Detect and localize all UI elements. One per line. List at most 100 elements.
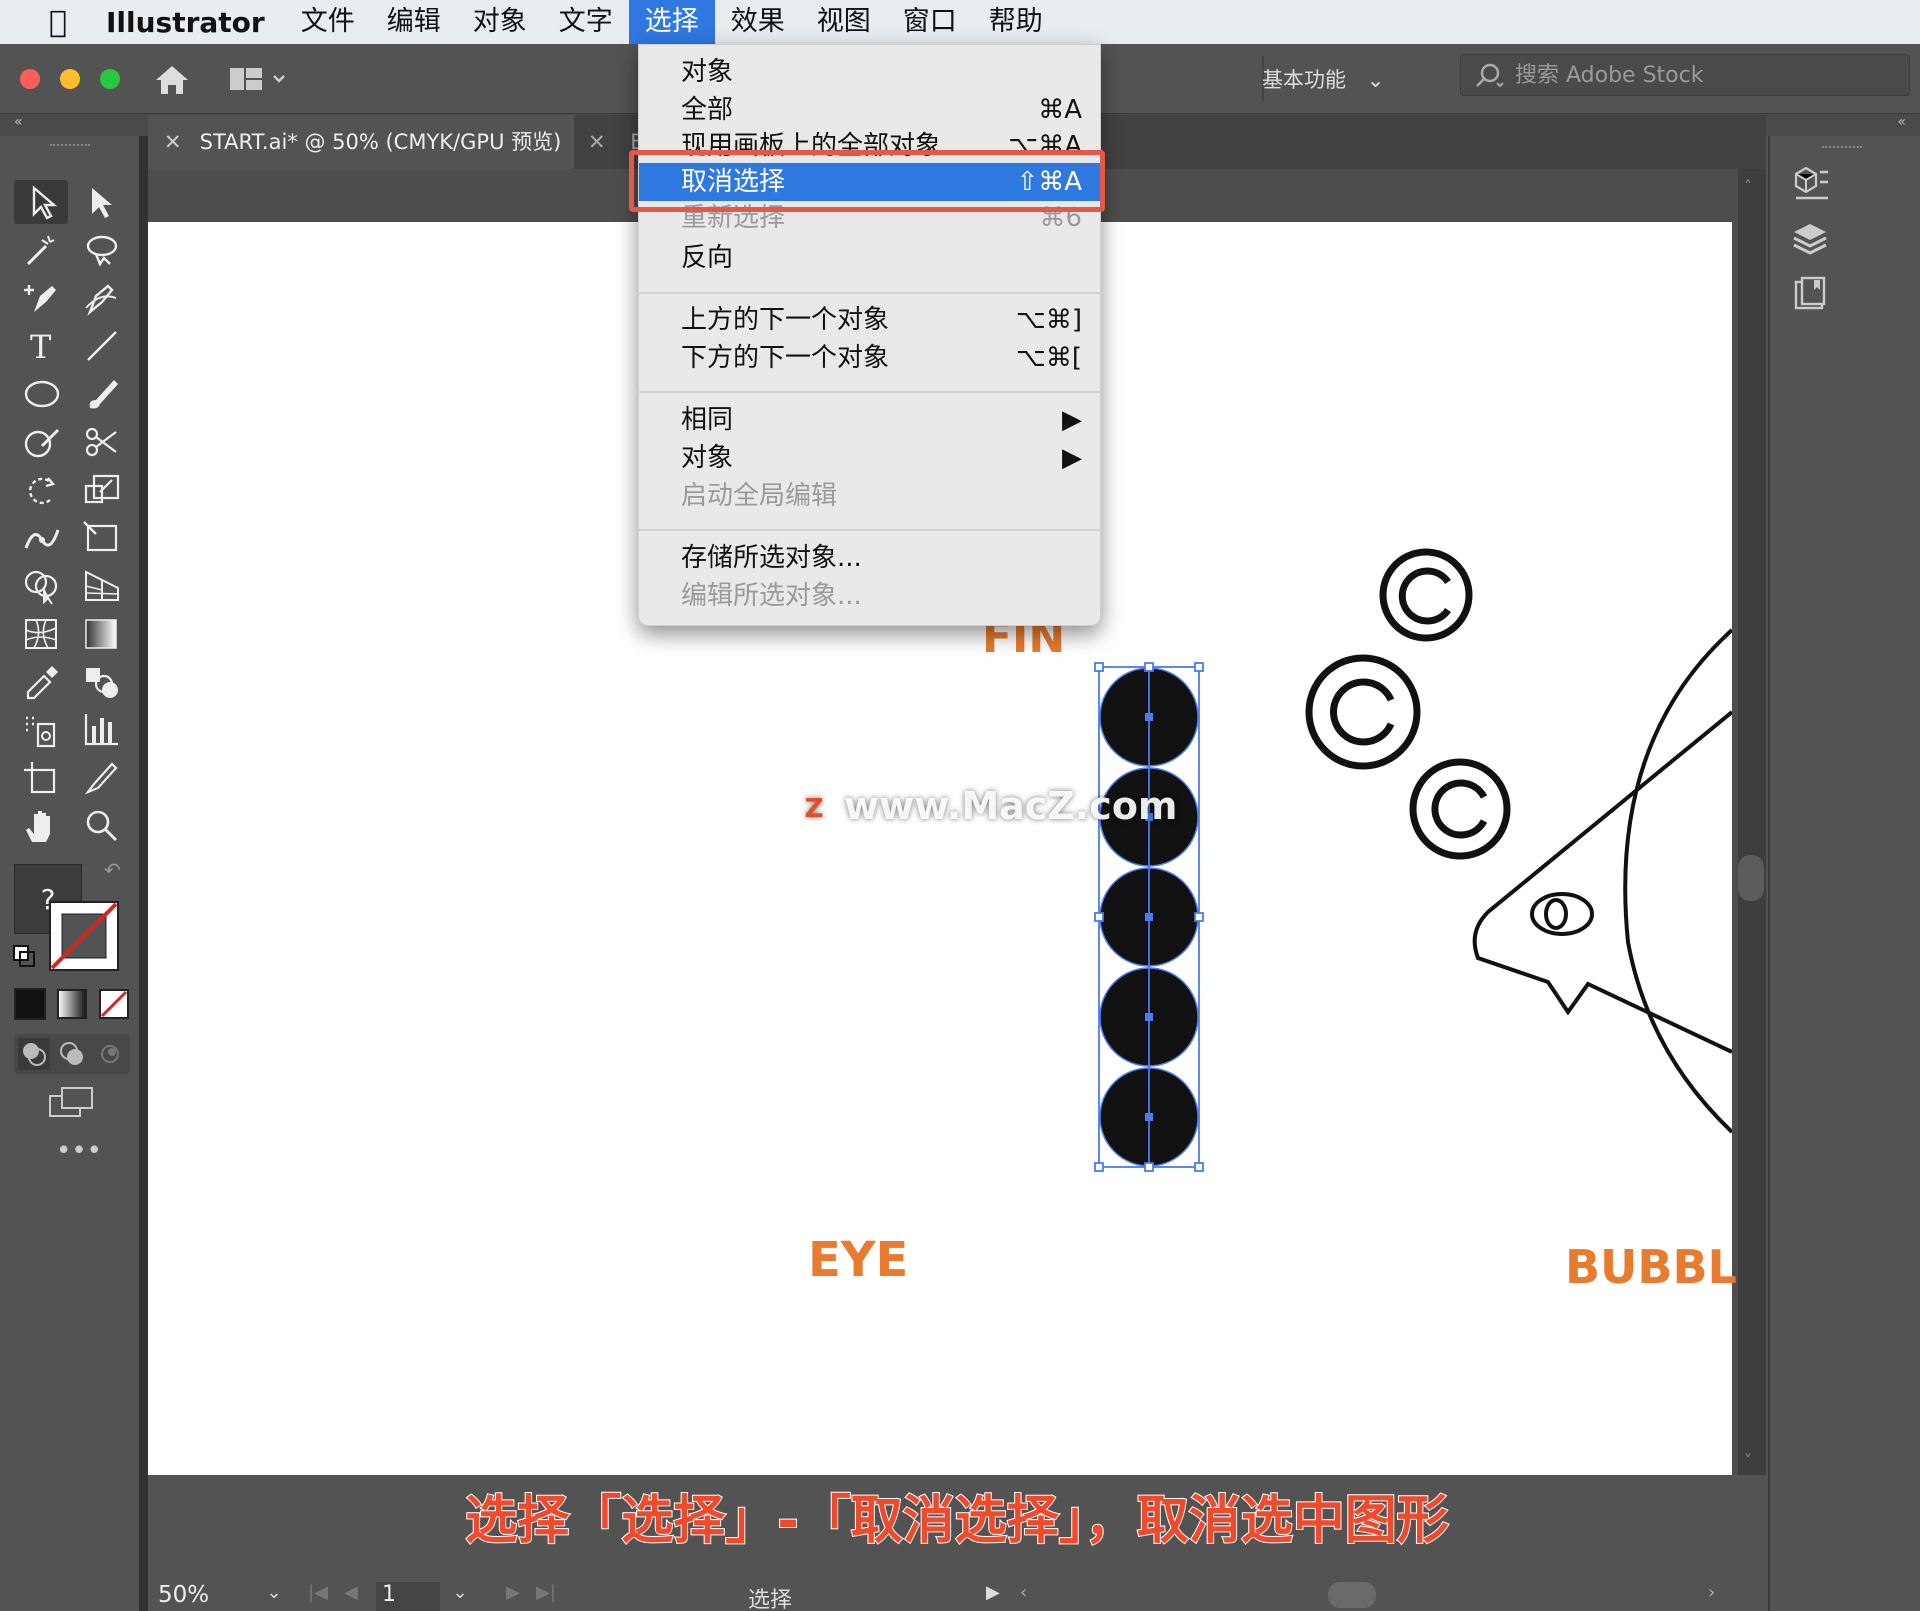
scissors-tool-icon[interactable] <box>80 422 124 462</box>
zoom-window-button[interactable] <box>100 69 120 89</box>
arrange-documents-icon[interactable] <box>228 64 288 96</box>
scroll-down-icon[interactable]: ˅ <box>1744 1451 1752 1470</box>
menu-view[interactable]: 视图 <box>801 0 887 44</box>
artboard-dropdown-icon[interactable]: ⌄ <box>446 1582 474 1611</box>
close-tab-2-icon[interactable]: ✕ <box>588 130 606 154</box>
menu-item-edit-selection: 编辑所选对象... <box>681 581 862 611</box>
submenu-arrow-icon: ▶ <box>1062 405 1082 435</box>
libraries-panel-icon[interactable] <box>1790 274 1830 314</box>
menu-item-object[interactable]: 对象 <box>639 53 1102 91</box>
artboard-number-field[interactable]: 1 <box>376 1582 440 1611</box>
pen-tool-icon[interactable] <box>20 278 64 318</box>
slice-tool-icon[interactable] <box>80 758 124 798</box>
first-artboard-icon[interactable]: |◀ <box>308 1582 328 1603</box>
menu-item-save-selection[interactable]: 存储所选对象... <box>639 539 1102 577</box>
none-mode-button[interactable] <box>98 988 130 1020</box>
home-icon[interactable] <box>150 58 194 102</box>
document-tab[interactable]: ✕ START.ai* @ 50% (CMYK/GPU 预览) <box>148 115 574 169</box>
collapse-left-icon[interactable]: « <box>14 114 23 130</box>
app-name-menu[interactable]: Illustrator <box>106 6 265 39</box>
line-segment-tool-icon[interactable] <box>80 326 124 366</box>
close-tab-icon[interactable]: ✕ <box>164 115 182 169</box>
selection-tool-icon[interactable] <box>20 182 64 222</box>
properties-panel-icon[interactable] <box>1790 162 1830 202</box>
fish-outline <box>1472 628 1732 1134</box>
menu-help[interactable]: 帮助 <box>973 0 1059 44</box>
zoom-tool-icon[interactable] <box>80 806 124 846</box>
stroke-none-swatch[interactable] <box>48 900 120 972</box>
zoom-level-field[interactable]: 50% <box>158 1582 258 1611</box>
menu-window[interactable]: 窗口 <box>887 0 973 44</box>
type-tool-icon[interactable]: T <box>20 326 64 366</box>
more-tools-icon[interactable]: ••• <box>56 1136 102 1166</box>
draw-normal-icon[interactable] <box>18 1038 50 1070</box>
submenu-arrow-icon: ▶ <box>1062 443 1082 473</box>
menu-item-same[interactable]: 相同 ▶ <box>639 401 1102 439</box>
scroll-left-icon[interactable]: ‹ <box>1020 1582 1027 1603</box>
minimize-window-button[interactable] <box>60 69 80 89</box>
artboard-tool-icon[interactable] <box>20 758 64 798</box>
draw-inside-icon[interactable] <box>94 1038 126 1070</box>
color-mode-button[interactable] <box>14 988 46 1020</box>
prev-artboard-icon[interactable]: ◀ <box>344 1582 358 1603</box>
scale-tool-icon[interactable] <box>80 470 124 510</box>
next-artboard-icon[interactable]: ▶ <box>506 1582 520 1603</box>
swap-fill-stroke-icon[interactable]: ↶ <box>104 858 128 882</box>
panel-grip <box>1822 146 1862 152</box>
shape-builder-tool-icon[interactable] <box>20 566 64 606</box>
column-graph-tool-icon[interactable] <box>80 710 124 750</box>
default-fill-stroke-icon[interactable] <box>12 944 36 968</box>
menu-item-inverse[interactable]: 反向 <box>639 239 1102 277</box>
bubble-1 <box>1379 548 1473 642</box>
zoom-dropdown-icon[interactable]: ⌄ <box>260 1582 288 1611</box>
menu-object[interactable]: 对象 <box>457 0 543 44</box>
hand-tool-icon[interactable] <box>20 806 64 846</box>
stock-search-input[interactable]: 搜索 Adobe Stock <box>1460 54 1910 96</box>
menu-item-all[interactable]: 全部 ⌘A <box>639 91 1102 129</box>
blend-tool-icon[interactable] <box>80 662 124 702</box>
vertical-scrollbar[interactable]: ˄ ˅ <box>1738 169 1766 1475</box>
vertical-scroll-thumb[interactable] <box>1738 855 1764 901</box>
direct-selection-tool-icon[interactable] <box>80 182 124 222</box>
change-screen-mode-icon[interactable] <box>48 1084 96 1120</box>
last-artboard-icon[interactable]: ▶| <box>536 1582 556 1603</box>
label-eye: EYE <box>808 1232 909 1288</box>
menu-select[interactable]: 选择 <box>628 0 715 44</box>
scroll-right-icon[interactable]: › <box>1708 1582 1715 1603</box>
scroll-up-icon[interactable]: ˄ <box>1744 177 1752 196</box>
tutorial-caption: 选择「选择」-「取消选择」，取消选中图形 <box>148 1478 1766 1552</box>
menu-item-next-object-above[interactable]: 上方的下一个对象 ⌥⌘] <box>639 301 1102 339</box>
gradient-tool-icon[interactable] <box>80 614 124 654</box>
status-menu-icon[interactable]: ▶ <box>986 1582 1000 1603</box>
perspective-grid-tool-icon[interactable] <box>80 566 124 606</box>
ellipse-tool-icon[interactable] <box>20 374 64 414</box>
menu-file[interactable]: 文件 <box>285 0 371 44</box>
tutorial-highlight-box <box>629 150 1105 212</box>
lasso-tool-icon[interactable] <box>80 230 124 270</box>
workspace-switcher[interactable]: 基本功能 ⌄ <box>1262 62 1422 98</box>
paintbrush-tool-icon[interactable] <box>80 374 124 414</box>
menu-edit[interactable]: 编辑 <box>371 0 457 44</box>
close-window-button[interactable] <box>20 69 40 89</box>
draw-behind-icon[interactable] <box>56 1038 88 1070</box>
symbol-sprayer-tool-icon[interactable] <box>20 710 64 750</box>
curvature-tool-icon[interactable] <box>80 278 124 318</box>
free-transform-tool-icon[interactable] <box>80 518 124 558</box>
horizontal-scroll-thumb[interactable] <box>1328 1582 1376 1608</box>
artboard-number-value: 1 <box>382 1582 396 1607</box>
shaper-tool-icon[interactable] <box>20 422 64 462</box>
magic-wand-tool-icon[interactable] <box>20 230 64 270</box>
gradient-mode-button[interactable] <box>56 988 88 1020</box>
eyedropper-tool-icon[interactable] <box>20 662 64 702</box>
layers-panel-icon[interactable] <box>1790 218 1830 258</box>
width-tool-icon[interactable] <box>20 518 64 558</box>
menu-type[interactable]: 文字 <box>543 0 629 44</box>
menu-effect[interactable]: 效果 <box>715 0 801 44</box>
menu-item-object-submenu[interactable]: 对象 ▶ <box>639 439 1102 477</box>
apple-icon[interactable]:  <box>38 5 78 40</box>
mesh-tool-icon[interactable] <box>20 614 64 654</box>
rotate-tool-icon[interactable] <box>20 470 64 510</box>
collapse-right-icon[interactable]: « <box>1897 114 1906 130</box>
menu-item-next-object-below[interactable]: 下方的下一个对象 ⌥⌘[ <box>639 339 1102 377</box>
select-dropdown-menu: 对象 全部 ⌘A 现用画板上的全部对象 ⌥⌘A 取消选择 ⇧⌘A 重新选择 ⌘6 反向 … <box>638 44 1102 626</box>
